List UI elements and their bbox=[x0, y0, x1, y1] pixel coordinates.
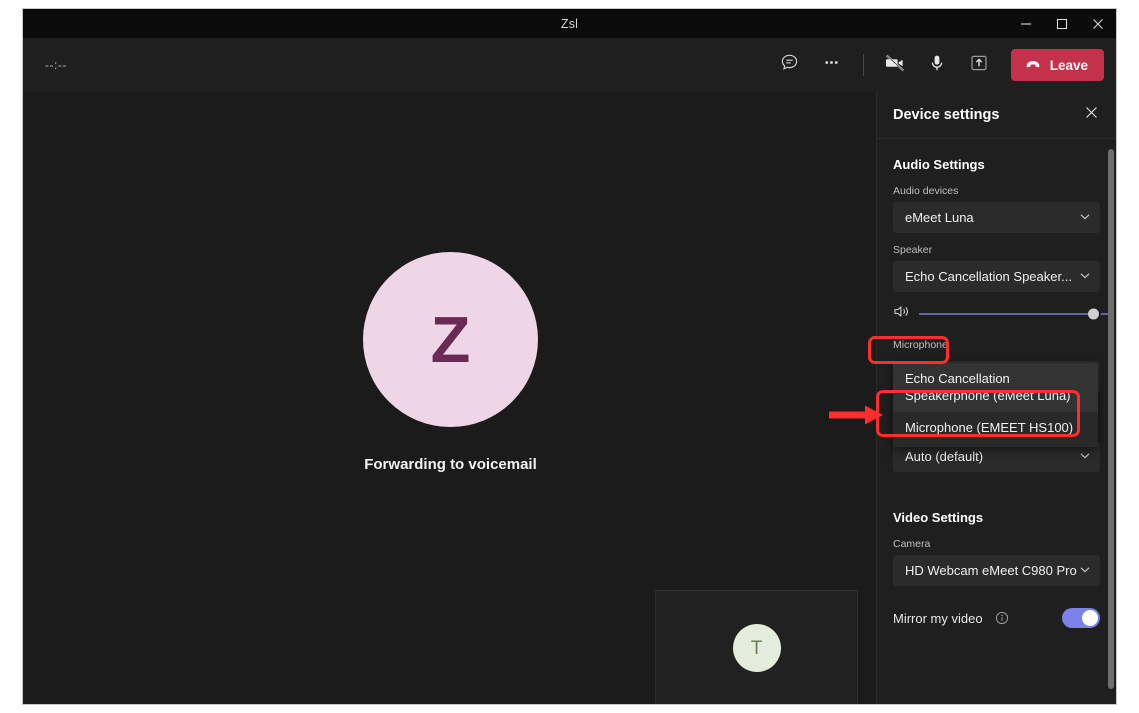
meeting-toolbar: --:-- bbox=[23, 38, 1116, 92]
mirror-video-toggle-knob bbox=[1082, 610, 1098, 626]
speaker-value: Echo Cancellation Speaker... bbox=[905, 269, 1072, 284]
audio-devices-label: Audio devices bbox=[893, 185, 1100, 197]
chat-button[interactable] bbox=[770, 48, 810, 82]
volume-slider-thumb[interactable] bbox=[1088, 309, 1099, 320]
window-title: Zsl bbox=[561, 17, 578, 31]
participant-avatar: Z bbox=[363, 252, 538, 427]
share-screen-button[interactable] bbox=[959, 48, 999, 82]
toolbar-divider bbox=[863, 54, 864, 76]
volume-slider-tail bbox=[1101, 313, 1108, 315]
meeting-stage: Z Forwarding to voicemail T Device setti… bbox=[23, 92, 1116, 705]
camera-label: Camera bbox=[893, 538, 1100, 550]
close-icon bbox=[1085, 106, 1098, 124]
participant-initial: Z bbox=[431, 307, 471, 372]
volume-slider[interactable] bbox=[919, 313, 1096, 315]
maximize-button[interactable] bbox=[1044, 9, 1080, 38]
toolbar-actions: Leave bbox=[770, 38, 1104, 92]
microphone-label: Microphone bbox=[893, 339, 948, 351]
share-screen-icon bbox=[968, 52, 990, 79]
video-settings-heading: Video Settings bbox=[893, 510, 1100, 525]
self-initial: T bbox=[751, 639, 763, 658]
panel-body: Audio Settings Audio devices eMeet Luna … bbox=[877, 139, 1116, 705]
mirror-video-toggle[interactable] bbox=[1062, 608, 1100, 628]
panel-close-button[interactable] bbox=[1078, 102, 1104, 128]
teams-meeting-window: Zsl --:-- bbox=[22, 8, 1117, 705]
window-controls bbox=[1008, 9, 1116, 38]
more-options-button[interactable] bbox=[812, 48, 852, 82]
chevron-down-icon bbox=[1079, 449, 1091, 464]
call-status-text: Forwarding to voicemail bbox=[364, 455, 537, 475]
volume-slider-row[interactable] bbox=[893, 303, 1100, 325]
info-icon[interactable] bbox=[995, 611, 1009, 625]
panel-title: Device settings bbox=[893, 107, 1078, 123]
more-options-icon bbox=[822, 53, 841, 77]
microphone-label-wrapper: Microphone bbox=[893, 339, 948, 356]
camera-select[interactable]: HD Webcam eMeet C980 Pro bbox=[893, 555, 1100, 586]
camera-value: HD Webcam eMeet C980 Pro bbox=[905, 563, 1077, 578]
leave-button-label: Leave bbox=[1050, 58, 1088, 73]
panel-scrollbar-thumb[interactable] bbox=[1108, 149, 1114, 689]
speaker-volume-icon bbox=[893, 304, 910, 324]
camera-off-icon bbox=[884, 52, 906, 79]
close-button[interactable] bbox=[1080, 9, 1116, 38]
mirror-video-row: Mirror my video bbox=[893, 608, 1100, 628]
speaker-label: Speaker bbox=[893, 244, 1100, 256]
chevron-down-icon bbox=[1079, 563, 1091, 578]
microphone-dropdown-menu: Echo Cancellation Speakerphone (eMeet Lu… bbox=[893, 361, 1098, 447]
camera-toggle-button[interactable] bbox=[875, 48, 915, 82]
panel-scrollbar[interactable] bbox=[1108, 147, 1114, 697]
panel-header: Device settings bbox=[877, 92, 1116, 139]
hangup-icon bbox=[1024, 55, 1042, 76]
call-timer: --:-- bbox=[45, 58, 67, 72]
audio-devices-value: eMeet Luna bbox=[905, 210, 974, 225]
mirror-video-label: Mirror my video bbox=[893, 611, 983, 626]
device-settings-panel: Device settings Audio Settings Audio dev… bbox=[876, 92, 1116, 705]
microphone-option-0[interactable]: Echo Cancellation Speakerphone (eMeet Lu… bbox=[893, 363, 1098, 412]
noise-suppression-value: Auto (default) bbox=[905, 449, 983, 464]
leave-button[interactable]: Leave bbox=[1011, 49, 1104, 81]
chat-icon bbox=[780, 53, 799, 77]
chevron-down-icon bbox=[1079, 210, 1091, 225]
minimize-button[interactable] bbox=[1008, 9, 1044, 38]
audio-devices-select[interactable]: eMeet Luna bbox=[893, 202, 1100, 233]
speaker-select[interactable]: Echo Cancellation Speaker... bbox=[893, 261, 1100, 292]
self-view-tile[interactable]: T bbox=[655, 590, 858, 705]
microphone-toggle-button[interactable] bbox=[917, 48, 957, 82]
self-avatar: T bbox=[733, 624, 781, 672]
chevron-down-icon bbox=[1079, 269, 1091, 284]
title-bar: Zsl bbox=[23, 9, 1116, 38]
microphone-option-1[interactable]: Microphone (EMEET HS100) bbox=[893, 412, 1098, 445]
microphone-icon bbox=[927, 53, 947, 78]
audio-settings-heading: Audio Settings bbox=[893, 157, 1100, 172]
